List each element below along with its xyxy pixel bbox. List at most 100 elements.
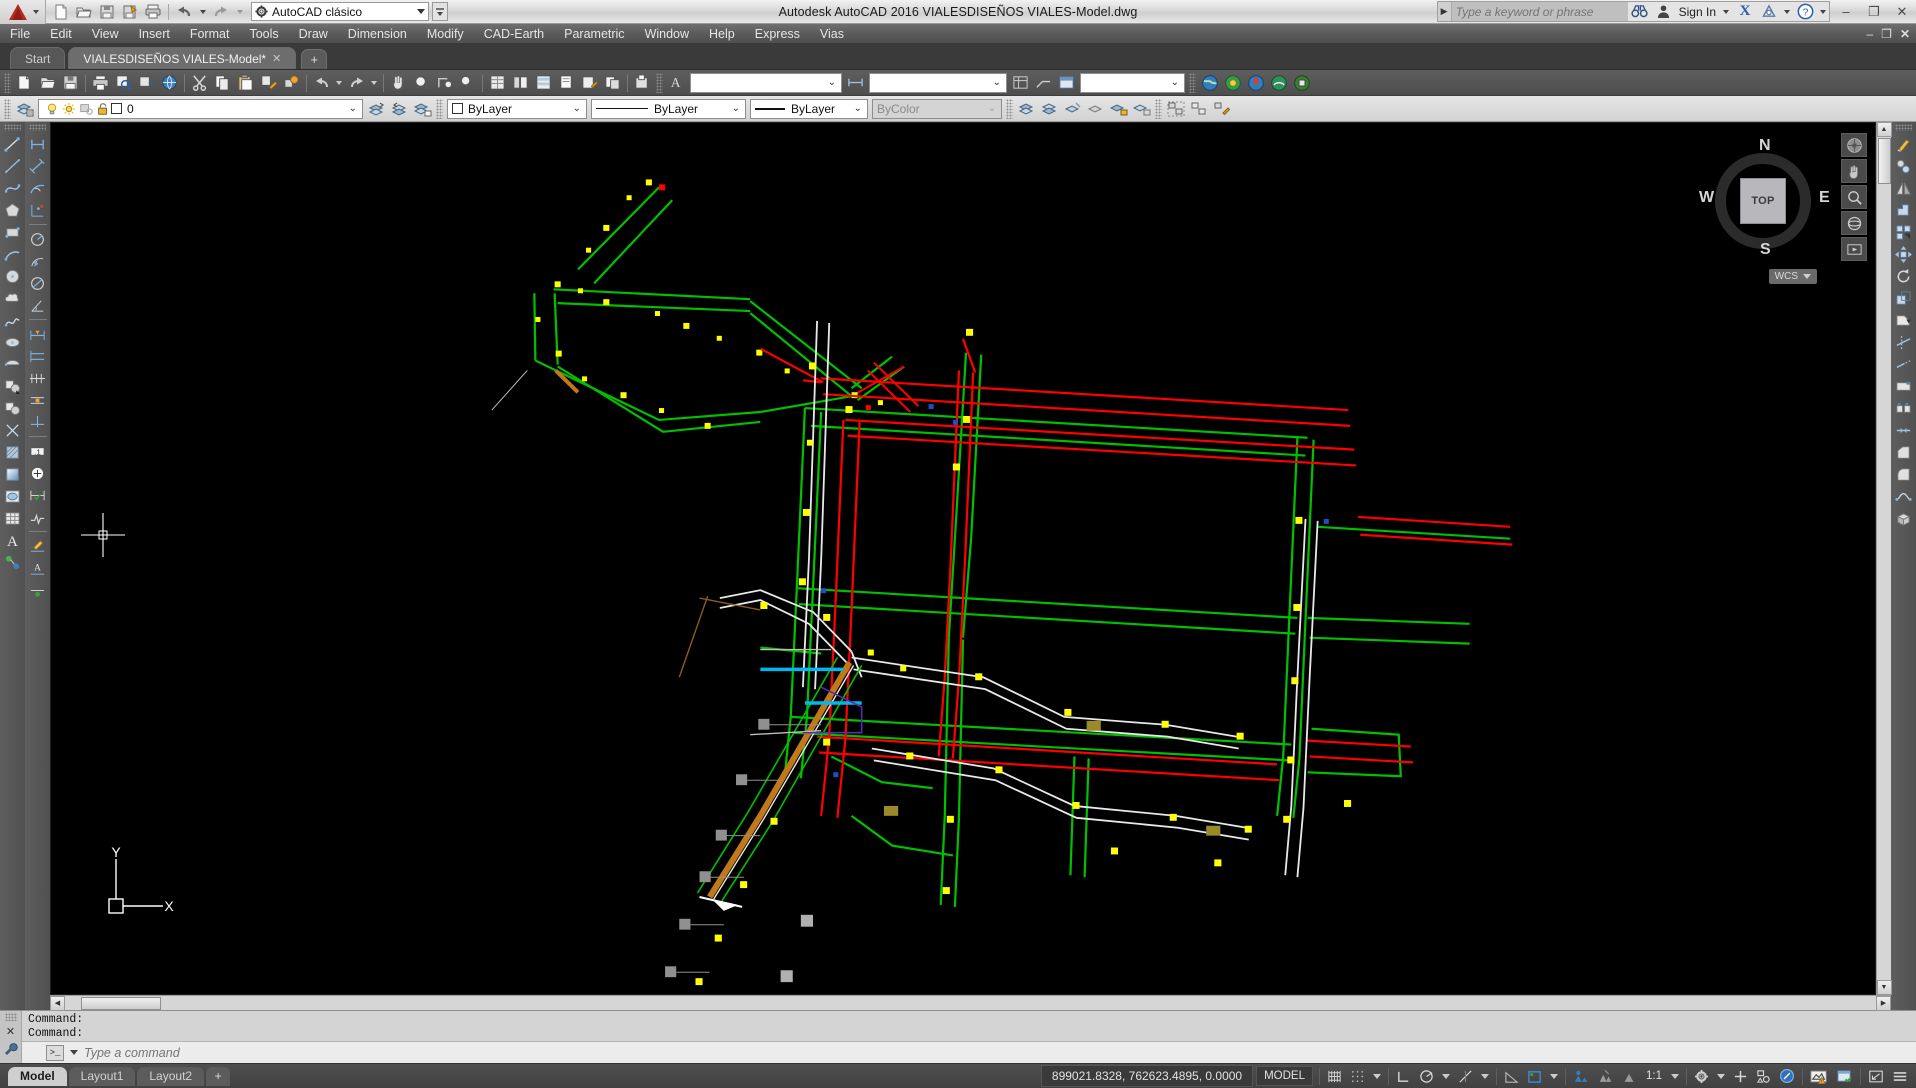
dynamic-ucs-toggle[interactable]	[1523, 1066, 1546, 1087]
minimize-button[interactable]: –	[1832, 0, 1860, 24]
menu-vias[interactable]: Vias	[810, 24, 854, 44]
account-button[interactable]	[1652, 1, 1676, 22]
extend-button[interactable]	[1892, 353, 1915, 375]
undo-dropdown-button[interactable]	[196, 2, 209, 22]
save-button[interactable]	[59, 72, 82, 94]
menu-insert[interactable]: Insert	[129, 24, 180, 44]
redo-button[interactable]	[345, 72, 368, 94]
toolbar-grip[interactable]	[1189, 72, 1196, 93]
layer-unisolate-button[interactable]	[1038, 98, 1061, 120]
ucs-selector-button[interactable]: WCS	[1768, 269, 1817, 284]
redo-dropdown-button[interactable]	[233, 2, 246, 22]
layer-freeze-button[interactable]	[1061, 98, 1084, 120]
toolbar-grip[interactable]	[436, 98, 443, 119]
move-button[interactable]	[1892, 243, 1915, 265]
workspace-selector[interactable]: AutoCAD clásico	[251, 2, 429, 21]
scroll-left-button[interactable]: ◀	[50, 995, 65, 1011]
layer-control[interactable]: 0 ⌄	[38, 98, 363, 119]
application-menu-button[interactable]	[0, 0, 46, 24]
erase-button[interactable]	[1892, 133, 1915, 155]
clean-screen-button[interactable]	[1775, 1066, 1799, 1087]
ellipse-button[interactable]	[1, 331, 24, 353]
rotate-button[interactable]	[1892, 265, 1915, 287]
design-center-button[interactable]	[509, 72, 532, 94]
drawing-canvas[interactable]: Y X TOP N S W E WCS	[50, 122, 1876, 995]
make-block-button[interactable]	[1, 397, 24, 419]
snap-mode-toggle[interactable]	[1346, 1066, 1369, 1087]
menu-help[interactable]: Help	[699, 24, 745, 44]
rectangle-button[interactable]	[1, 221, 24, 243]
table-style-button[interactable]	[1009, 72, 1032, 94]
dimension-break-button[interactable]	[26, 411, 49, 433]
help-caret-button[interactable]	[1817, 1, 1829, 22]
annotation-scale-change-toggle[interactable]	[1617, 1066, 1641, 1087]
isolate-objects-button[interactable]	[1752, 1066, 1775, 1087]
cut-button[interactable]	[188, 72, 211, 94]
layer-previous-button[interactable]	[388, 98, 411, 120]
dim-style-button[interactable]	[844, 72, 867, 94]
revision-cloud-button[interactable]	[1, 287, 24, 309]
menu-express[interactable]: Express	[745, 24, 810, 44]
polygon-button[interactable]	[1, 199, 24, 221]
toolbar-grip[interactable]	[1155, 98, 1162, 119]
redo-button[interactable]	[210, 2, 232, 22]
document-close-button[interactable]: ✕	[1900, 27, 1910, 41]
horizontal-scroll-thumb[interactable]	[81, 996, 161, 1010]
redo-dropdown-button[interactable]	[368, 72, 380, 94]
grid-display-toggle[interactable]	[1323, 1066, 1346, 1087]
help-button[interactable]: ?	[1793, 1, 1817, 22]
osnap-settings-button[interactable]	[1477, 1066, 1493, 1087]
copy-clip-button[interactable]	[211, 72, 234, 94]
ungroup-button[interactable]	[1187, 98, 1210, 120]
zoom-window-button[interactable]	[456, 72, 479, 94]
annotation-scale-dropdown-button[interactable]	[1667, 1066, 1683, 1087]
table-button[interactable]	[1, 507, 24, 529]
pan-button[interactable]	[387, 72, 410, 94]
dim-text-edit-button[interactable]: A	[26, 557, 49, 579]
group-edit-button[interactable]	[1210, 98, 1233, 120]
stretch-button[interactable]	[1892, 309, 1915, 331]
menu-cad-earth[interactable]: CAD-Earth	[474, 24, 554, 44]
layer-unlock-button[interactable]	[1130, 98, 1153, 120]
toolbar-grip[interactable]	[4, 98, 11, 119]
search-button[interactable]	[1628, 1, 1652, 22]
ucs-settings-button[interactable]	[1546, 1066, 1562, 1087]
array-button[interactable]	[1892, 221, 1915, 243]
layout-tab-model[interactable]: Model	[8, 1066, 67, 1086]
ellipse-arc-button[interactable]	[1, 353, 24, 375]
region-button[interactable]	[1, 485, 24, 507]
search-input[interactable]	[1451, 2, 1628, 21]
plot-preview-button[interactable]	[112, 72, 135, 94]
qat-overflow-button[interactable]	[432, 2, 448, 21]
dim-update-button[interactable]	[26, 579, 49, 601]
document-minimize-button[interactable]: –	[1866, 27, 1873, 41]
layer-isolate-button[interactable]	[1015, 98, 1038, 120]
orbit-button[interactable]	[1841, 211, 1867, 235]
exchange-apps-button[interactable]: X	[1733, 1, 1757, 22]
block-editor-button[interactable]	[280, 72, 303, 94]
sign-in-caret-button[interactable]	[1719, 1, 1733, 22]
chevron-down-icon[interactable]	[70, 1050, 78, 1055]
mleader-style-button[interactable]	[1032, 72, 1055, 94]
undo-button[interactable]	[173, 2, 195, 22]
dim-style-control[interactable]: ⌄	[869, 72, 1007, 93]
sheet-set-button[interactable]	[555, 72, 578, 94]
command-window-handle[interactable]: ✕	[0, 1011, 22, 1063]
copy-button[interactable]	[1892, 155, 1915, 177]
zoom-extents-button[interactable]	[1841, 185, 1867, 209]
diameter-dimension-button[interactable]	[26, 272, 49, 294]
group-button[interactable]	[1164, 98, 1187, 120]
color-control[interactable]: ByLayer ⌄	[447, 98, 587, 119]
text-style-button[interactable]: A	[665, 72, 688, 94]
annotation-visibility-toggle[interactable]	[1569, 1066, 1593, 1087]
menu-window[interactable]: Window	[635, 24, 699, 44]
ordinate-dimension-button[interactable]	[26, 199, 49, 221]
jogged-linear-button[interactable]	[26, 506, 49, 528]
tool-palettes-button[interactable]	[532, 72, 555, 94]
infocenter-expand-button[interactable]: ▶	[1437, 2, 1452, 21]
freeze-viewport-icon[interactable]	[77, 102, 94, 116]
viewcube[interactable]: TOP N S W E	[1699, 137, 1830, 261]
ortho-mode-toggle[interactable]	[1392, 1066, 1415, 1087]
toolbar-grip[interactable]	[29, 124, 46, 131]
layer-off-button[interactable]	[1084, 98, 1107, 120]
